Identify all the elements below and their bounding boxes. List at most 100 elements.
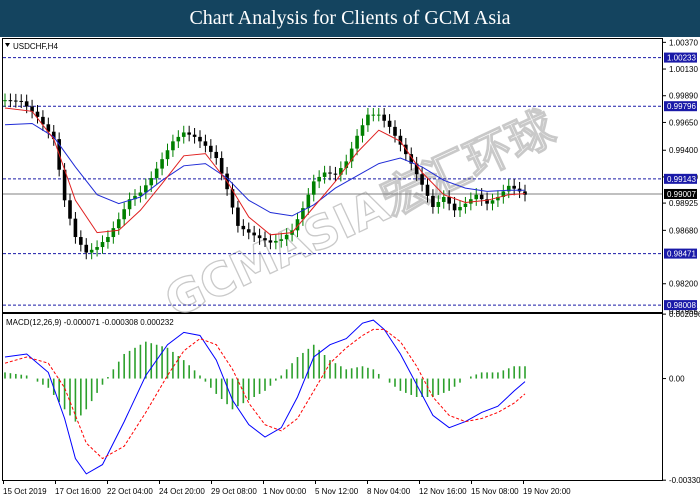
- candle-body: [382, 114, 386, 121]
- candle-body: [306, 194, 311, 209]
- candle-body: [279, 239, 284, 241]
- candle-body: [263, 238, 267, 241]
- level-price-label: 0.99796: [667, 102, 696, 111]
- candle-body: [447, 196, 451, 204]
- candle-body: [311, 181, 316, 195]
- candle-body: [160, 159, 164, 169]
- candle-body: [246, 229, 251, 233]
- price-axis-label: 0.98680: [669, 226, 698, 235]
- candle-body: [24, 101, 29, 107]
- time-axis-label: 19 Nov 20:00: [523, 487, 571, 496]
- candle-body: [441, 196, 446, 202]
- candle-body: [154, 168, 159, 179]
- candle-body: [106, 237, 110, 243]
- macd-pane-title: MACD(12,26,9) -0.000071 -0.000308 0.0002…: [6, 318, 174, 327]
- candle-body: [89, 249, 94, 253]
- candle-body: [14, 100, 18, 102]
- candle-body: [181, 132, 186, 137]
- candle-body: [257, 235, 262, 239]
- candle-body: [122, 209, 126, 220]
- candle-body: [252, 232, 256, 236]
- candle-body: [523, 191, 527, 195]
- candle-body: [209, 145, 213, 152]
- price-pane-frame: [2, 38, 663, 313]
- candle-body: [420, 174, 424, 185]
- candle-body: [274, 240, 278, 243]
- candle-body: [360, 125, 365, 136]
- time-axis-label: 5 Nov 12:00: [315, 487, 359, 496]
- candle-body: [73, 218, 78, 238]
- level-price-label: 0.99143: [667, 175, 696, 184]
- candle-body: [328, 172, 332, 174]
- level-price-label: 0.98471: [667, 250, 696, 259]
- candle-body: [387, 120, 392, 127]
- candle-body: [376, 114, 381, 116]
- price-axis-label: 0.99400: [669, 146, 698, 155]
- candle-body: [236, 207, 240, 226]
- candle-body: [79, 237, 83, 245]
- candle-body: [474, 194, 479, 200]
- candle-body: [171, 141, 175, 151]
- current-price-label: 0.99007: [667, 190, 696, 199]
- time-axis-label: 12 Nov 16:00: [419, 487, 467, 496]
- candle-body: [317, 176, 321, 182]
- price-axis-label: 1.00130: [669, 65, 698, 74]
- candle-body: [95, 247, 99, 250]
- macd-axis-label: 0.00: [669, 375, 685, 384]
- price-axis-label: 0.98925: [669, 199, 698, 208]
- candle-body: [512, 185, 516, 189]
- candle-body: [219, 158, 224, 174]
- candle-body: [333, 173, 338, 175]
- price-axis-label: 1.00370: [669, 38, 698, 47]
- candle-body: [214, 151, 219, 159]
- candle-body: [84, 244, 89, 253]
- candle-body: [241, 225, 246, 230]
- candle-body: [138, 192, 143, 196]
- candle-body: [425, 184, 430, 196]
- price-axis-label: 0.98200: [669, 280, 698, 289]
- candle-body: [268, 240, 273, 243]
- candle-body: [187, 132, 191, 135]
- candle-body: [431, 195, 435, 207]
- time-axis-label: 8 Nov 04:00: [367, 487, 411, 496]
- candle-body: [68, 200, 72, 219]
- macd-pane-frame: [2, 313, 663, 481]
- price-axis-label: 0.99650: [669, 118, 698, 127]
- candle-body: [165, 150, 170, 160]
- candle-body: [463, 203, 468, 207]
- candle-body: [3, 100, 7, 102]
- macd-axis-label: 0.002096: [669, 310, 700, 319]
- time-axis-label: 24 Oct 20:00: [159, 487, 205, 496]
- candle-body: [116, 219, 121, 229]
- macd-axis-label: -0.003306: [669, 476, 700, 485]
- candle-body: [149, 178, 154, 186]
- candle-body: [355, 135, 359, 149]
- banner-title: Chart Analysis for Clients of GCM Asia: [0, 0, 700, 37]
- chart-canvas: GCMASIA宏汇环球 1.003701.001300.998900.99650…: [2, 38, 700, 496]
- candle-body: [452, 203, 457, 211]
- candle-body: [111, 228, 116, 238]
- candle-body: [490, 200, 495, 204]
- level-price-label: 1.00233: [667, 54, 696, 63]
- candle-body: [203, 141, 208, 146]
- candle-body: [393, 126, 397, 136]
- candle-body: [366, 114, 370, 126]
- candle-body: [458, 206, 462, 211]
- time-axis-label: 15 Oct 2019: [3, 487, 47, 496]
- price-pane-title: USDCHF,H4: [13, 42, 58, 51]
- price-axis-label: 0.99890: [669, 92, 698, 101]
- candle-body: [19, 100, 24, 102]
- time-axis-label: 1 Nov 00:00: [263, 487, 307, 496]
- candle-body: [322, 172, 327, 177]
- time-axis-label: 29 Oct 08:00: [211, 487, 257, 496]
- candle-body: [8, 100, 13, 102]
- candle-body: [436, 201, 441, 207]
- candle-body: [479, 194, 484, 200]
- time-axis-label: 17 Oct 16:00: [55, 487, 101, 496]
- time-axis-label: 15 Nov 08:00: [471, 487, 519, 496]
- candle-body: [192, 134, 197, 137]
- candle-body: [371, 114, 376, 116]
- level-price-label: 0.98008: [667, 301, 696, 310]
- candle-body: [176, 136, 181, 142]
- candle-body: [284, 234, 289, 240]
